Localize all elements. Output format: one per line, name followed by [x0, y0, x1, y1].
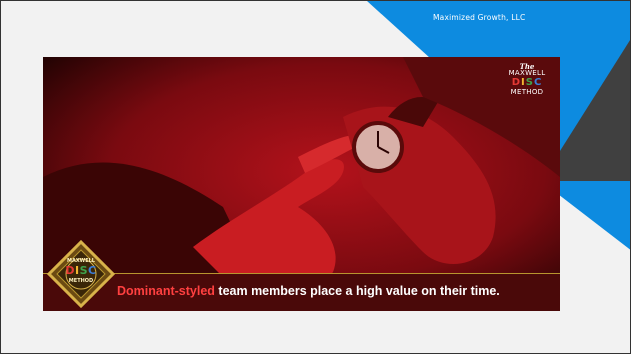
- caption-bar: Dominant-styled team members place a hig…: [43, 273, 560, 311]
- slide: Maximized Growth, LLC The MAXWELL DISC M…: [0, 0, 631, 354]
- caption-rest: team members place a high value on their…: [214, 284, 500, 298]
- caption-text: Dominant-styled team members place a hig…: [117, 284, 557, 298]
- badge-disc-text: DISC: [65, 264, 97, 277]
- caption-highlight: Dominant-styled: [117, 284, 215, 298]
- logo-maxwell-text: MAXWELL: [508, 69, 546, 77]
- hero-photo: The MAXWELL DISC METHOD Dominant-styled …: [43, 57, 560, 311]
- logo-method-text: METHOD: [510, 88, 544, 96]
- disc-badge: MAXWELL DISC METHOD: [47, 240, 115, 308]
- logo-disc-text: DISC: [511, 77, 543, 88]
- company-name: Maximized Growth, LLC: [433, 13, 526, 22]
- badge-method-text: METHOD: [68, 278, 94, 284]
- maxwell-disc-logo: The MAXWELL DISC METHOD: [504, 63, 550, 96]
